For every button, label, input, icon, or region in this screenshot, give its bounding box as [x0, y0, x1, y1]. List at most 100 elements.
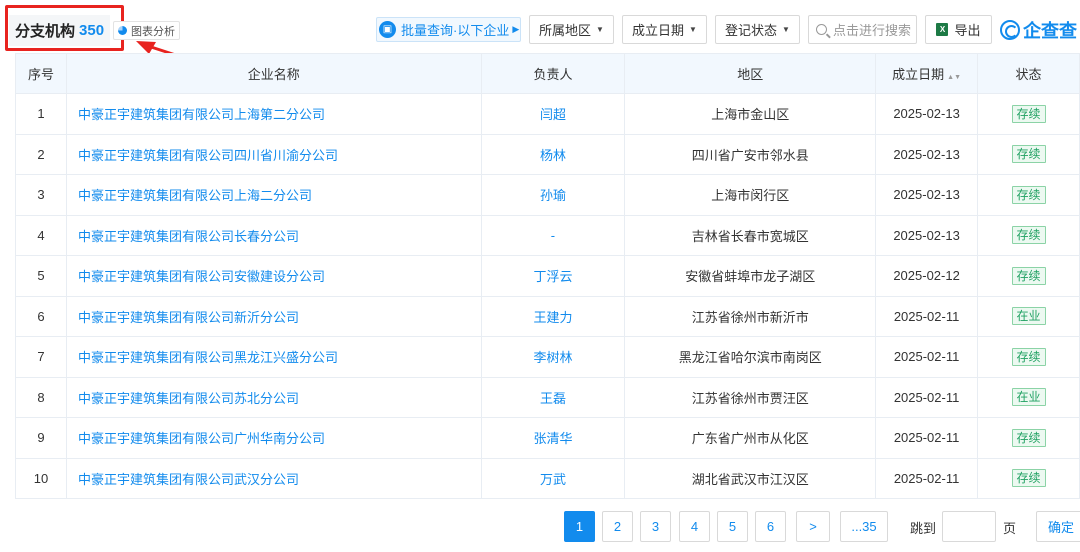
batch-query-button[interactable]: ▣ 批量查询·以下企业 ▶	[376, 17, 521, 42]
row-index: 2	[15, 133, 67, 175]
status-badge: 存续	[1011, 266, 1046, 285]
company-name-link[interactable]: 中豪正宇建筑集团有限公司黑龙江兴盛分公司	[65, 336, 482, 378]
jump-page-input[interactable]	[942, 511, 996, 542]
page-button-1[interactable]: 1	[564, 511, 595, 542]
table-row: 5 中豪正宇建筑集团有限公司安徽建设分公司 丁浮云 安徽省蚌埠市龙子湖区 2025-02…	[15, 255, 1080, 297]
row-index: 1	[15, 93, 67, 135]
company-name-link[interactable]: 中豪正宇建筑集团有限公司广州华南分公司	[65, 417, 482, 459]
page-button-3[interactable]: 3	[640, 511, 671, 542]
region-cell: 湖北省武汉市江汉区	[624, 457, 877, 499]
manager-link[interactable]: 张清华	[480, 417, 626, 459]
manager-link[interactable]: 闫超	[480, 93, 626, 135]
table-row: 10 中豪正宇建筑集团有限公司武汉分公司 万武 湖北省武汉市江汉区 2025-02-11…	[15, 457, 1080, 499]
manager-link[interactable]: 丁浮云	[480, 255, 626, 297]
caret-down-icon: ▼	[689, 25, 697, 34]
table-body: 1 中豪正宇建筑集团有限公司上海第二分公司 闫超 上海市金山区 2025-02-13 存续…	[15, 93, 1080, 499]
table-row: 3 中豪正宇建筑集团有限公司上海二分公司 孙瑜 上海市闵行区 2025-02-13 存续	[15, 174, 1080, 216]
date-cell: 2025-02-11	[875, 417, 979, 459]
status-cell: 在业	[977, 376, 1080, 418]
region-cell: 上海市金山区	[624, 93, 877, 135]
col-header-date-label: 成立日期	[892, 67, 945, 82]
region-cell: 上海市闵行区	[624, 174, 877, 216]
page-button-4[interactable]: 4	[679, 511, 710, 542]
date-cell: 2025-02-11	[875, 295, 979, 337]
batch-query-icon: ▣	[379, 21, 396, 38]
company-name-link[interactable]: 中豪正宇建筑集团有限公司苏北分公司	[65, 376, 482, 418]
status-badge: 在业	[1011, 307, 1046, 326]
region-filter-label: 所属地区	[539, 23, 592, 38]
table-row: 2 中豪正宇建筑集团有限公司四川省川渝分公司 杨林 四川省广安市邻水县 2025-02-…	[15, 133, 1080, 175]
branch-table: 序号 企业名称 负责人 地区 成立日期 ▲▼ 状态 1 中豪正宇建筑集团有限公司上海…	[15, 53, 1080, 499]
export-label: 导出	[954, 23, 981, 38]
row-index: 7	[15, 336, 67, 378]
table-row: 8 中豪正宇建筑集团有限公司苏北分公司 王磊 江苏省徐州市贾汪区 2025-02-11 在…	[15, 376, 1080, 418]
last-page-button[interactable]: ...35	[840, 511, 888, 542]
status-badge: 存续	[1011, 145, 1046, 164]
sort-icon[interactable]: ▲▼	[947, 74, 961, 81]
table-row: 4 中豪正宇建筑集团有限公司长春分公司 - 吉林省长春市宽城区 2025-02-13 存续	[15, 214, 1080, 256]
annotation-highlight-box	[5, 5, 124, 51]
status-badge: 存续	[1011, 469, 1046, 488]
manager-link[interactable]: 王建力	[480, 295, 626, 337]
region-cell: 黑龙江省哈尔滨市南岗区	[624, 336, 877, 378]
company-name-link[interactable]: 中豪正宇建筑集团有限公司四川省川渝分公司	[65, 133, 482, 175]
status-cell: 存续	[977, 336, 1080, 378]
company-name-link[interactable]: 中豪正宇建筑集团有限公司武汉分公司	[65, 457, 482, 499]
page-button-2[interactable]: 2	[602, 511, 633, 542]
table-row: 1 中豪正宇建筑集团有限公司上海第二分公司 闫超 上海市金山区 2025-02-13 存续	[15, 93, 1080, 135]
status-cell: 存续	[977, 214, 1080, 256]
manager-link[interactable]: 王磊	[480, 376, 626, 418]
excel-icon: X	[936, 23, 949, 36]
row-index: 5	[15, 255, 67, 297]
toolbar-header: 分支机构 350 图表分析 ▣ 批量查询·以下企业 ▶ 所属地区 ▼ 成立日期 …	[0, 0, 1080, 76]
region-filter-dropdown[interactable]: 所属地区 ▼	[529, 15, 614, 44]
region-cell: 江苏省徐州市贾汪区	[624, 376, 877, 418]
status-badge: 存续	[1011, 104, 1046, 123]
row-index: 6	[15, 295, 67, 337]
jump-label: 跳到	[910, 521, 937, 536]
brand-logo-icon	[1000, 20, 1020, 40]
status-cell: 在业	[977, 295, 1080, 337]
date-cell: 2025-02-11	[875, 457, 979, 499]
table-row: 6 中豪正宇建筑集团有限公司新沂分公司 王建力 江苏省徐州市新沂市 2025-02-11…	[15, 295, 1080, 337]
company-name-link[interactable]: 中豪正宇建筑集团有限公司新沂分公司	[65, 295, 482, 337]
page-button-6[interactable]: 6	[755, 511, 786, 542]
manager-link[interactable]: 杨林	[480, 133, 626, 175]
registration-status-label: 登记状态	[725, 23, 778, 38]
col-header-region: 地区	[624, 53, 877, 94]
date-cell: 2025-02-13	[875, 214, 979, 256]
company-name-link[interactable]: 中豪正宇建筑集团有限公司安徽建设分公司	[65, 255, 482, 297]
status-cell: 存续	[977, 133, 1080, 175]
col-header-name: 企业名称	[65, 53, 482, 94]
export-button[interactable]: X 导出	[925, 15, 992, 44]
search-input[interactable]: 点击进行搜索	[808, 15, 917, 44]
company-name-link[interactable]: 中豪正宇建筑集团有限公司上海第二分公司	[65, 93, 482, 135]
founded-date-dropdown[interactable]: 成立日期 ▼	[622, 15, 707, 44]
manager-link[interactable]: 李树林	[480, 336, 626, 378]
company-name-link[interactable]: 中豪正宇建筑集团有限公司上海二分公司	[65, 174, 482, 216]
manager-link[interactable]: 万武	[480, 457, 626, 499]
next-page-button[interactable]: >	[796, 511, 830, 542]
status-cell: 存续	[977, 174, 1080, 216]
brand-logo: 企查查	[1000, 17, 1077, 43]
page-suffix-label: 页	[1003, 521, 1017, 536]
status-badge: 存续	[1011, 226, 1046, 245]
caret-down-icon: ▼	[596, 25, 604, 34]
search-icon	[816, 24, 827, 35]
table-row: 9 中豪正宇建筑集团有限公司广州华南分公司 张清华 广东省广州市从化区 2025-02-…	[15, 417, 1080, 459]
date-cell: 2025-02-12	[875, 255, 979, 297]
table-row: 7 中豪正宇建筑集团有限公司黑龙江兴盛分公司 李树林 黑龙江省哈尔滨市南岗区 2025-…	[15, 336, 1080, 378]
status-badge: 存续	[1011, 185, 1046, 204]
manager-link[interactable]: -	[480, 214, 626, 256]
col-header-date[interactable]: 成立日期 ▲▼	[875, 53, 979, 94]
row-index: 8	[15, 376, 67, 418]
col-header-index: 序号	[15, 53, 67, 94]
page-button-5[interactable]: 5	[717, 511, 748, 542]
status-badge: 在业	[1011, 388, 1046, 407]
row-index: 3	[15, 174, 67, 216]
status-cell: 存续	[977, 93, 1080, 135]
manager-link[interactable]: 孙瑜	[480, 174, 626, 216]
company-name-link[interactable]: 中豪正宇建筑集团有限公司长春分公司	[65, 214, 482, 256]
confirm-button[interactable]: 确定	[1036, 511, 1080, 542]
registration-status-dropdown[interactable]: 登记状态 ▼	[715, 15, 800, 44]
